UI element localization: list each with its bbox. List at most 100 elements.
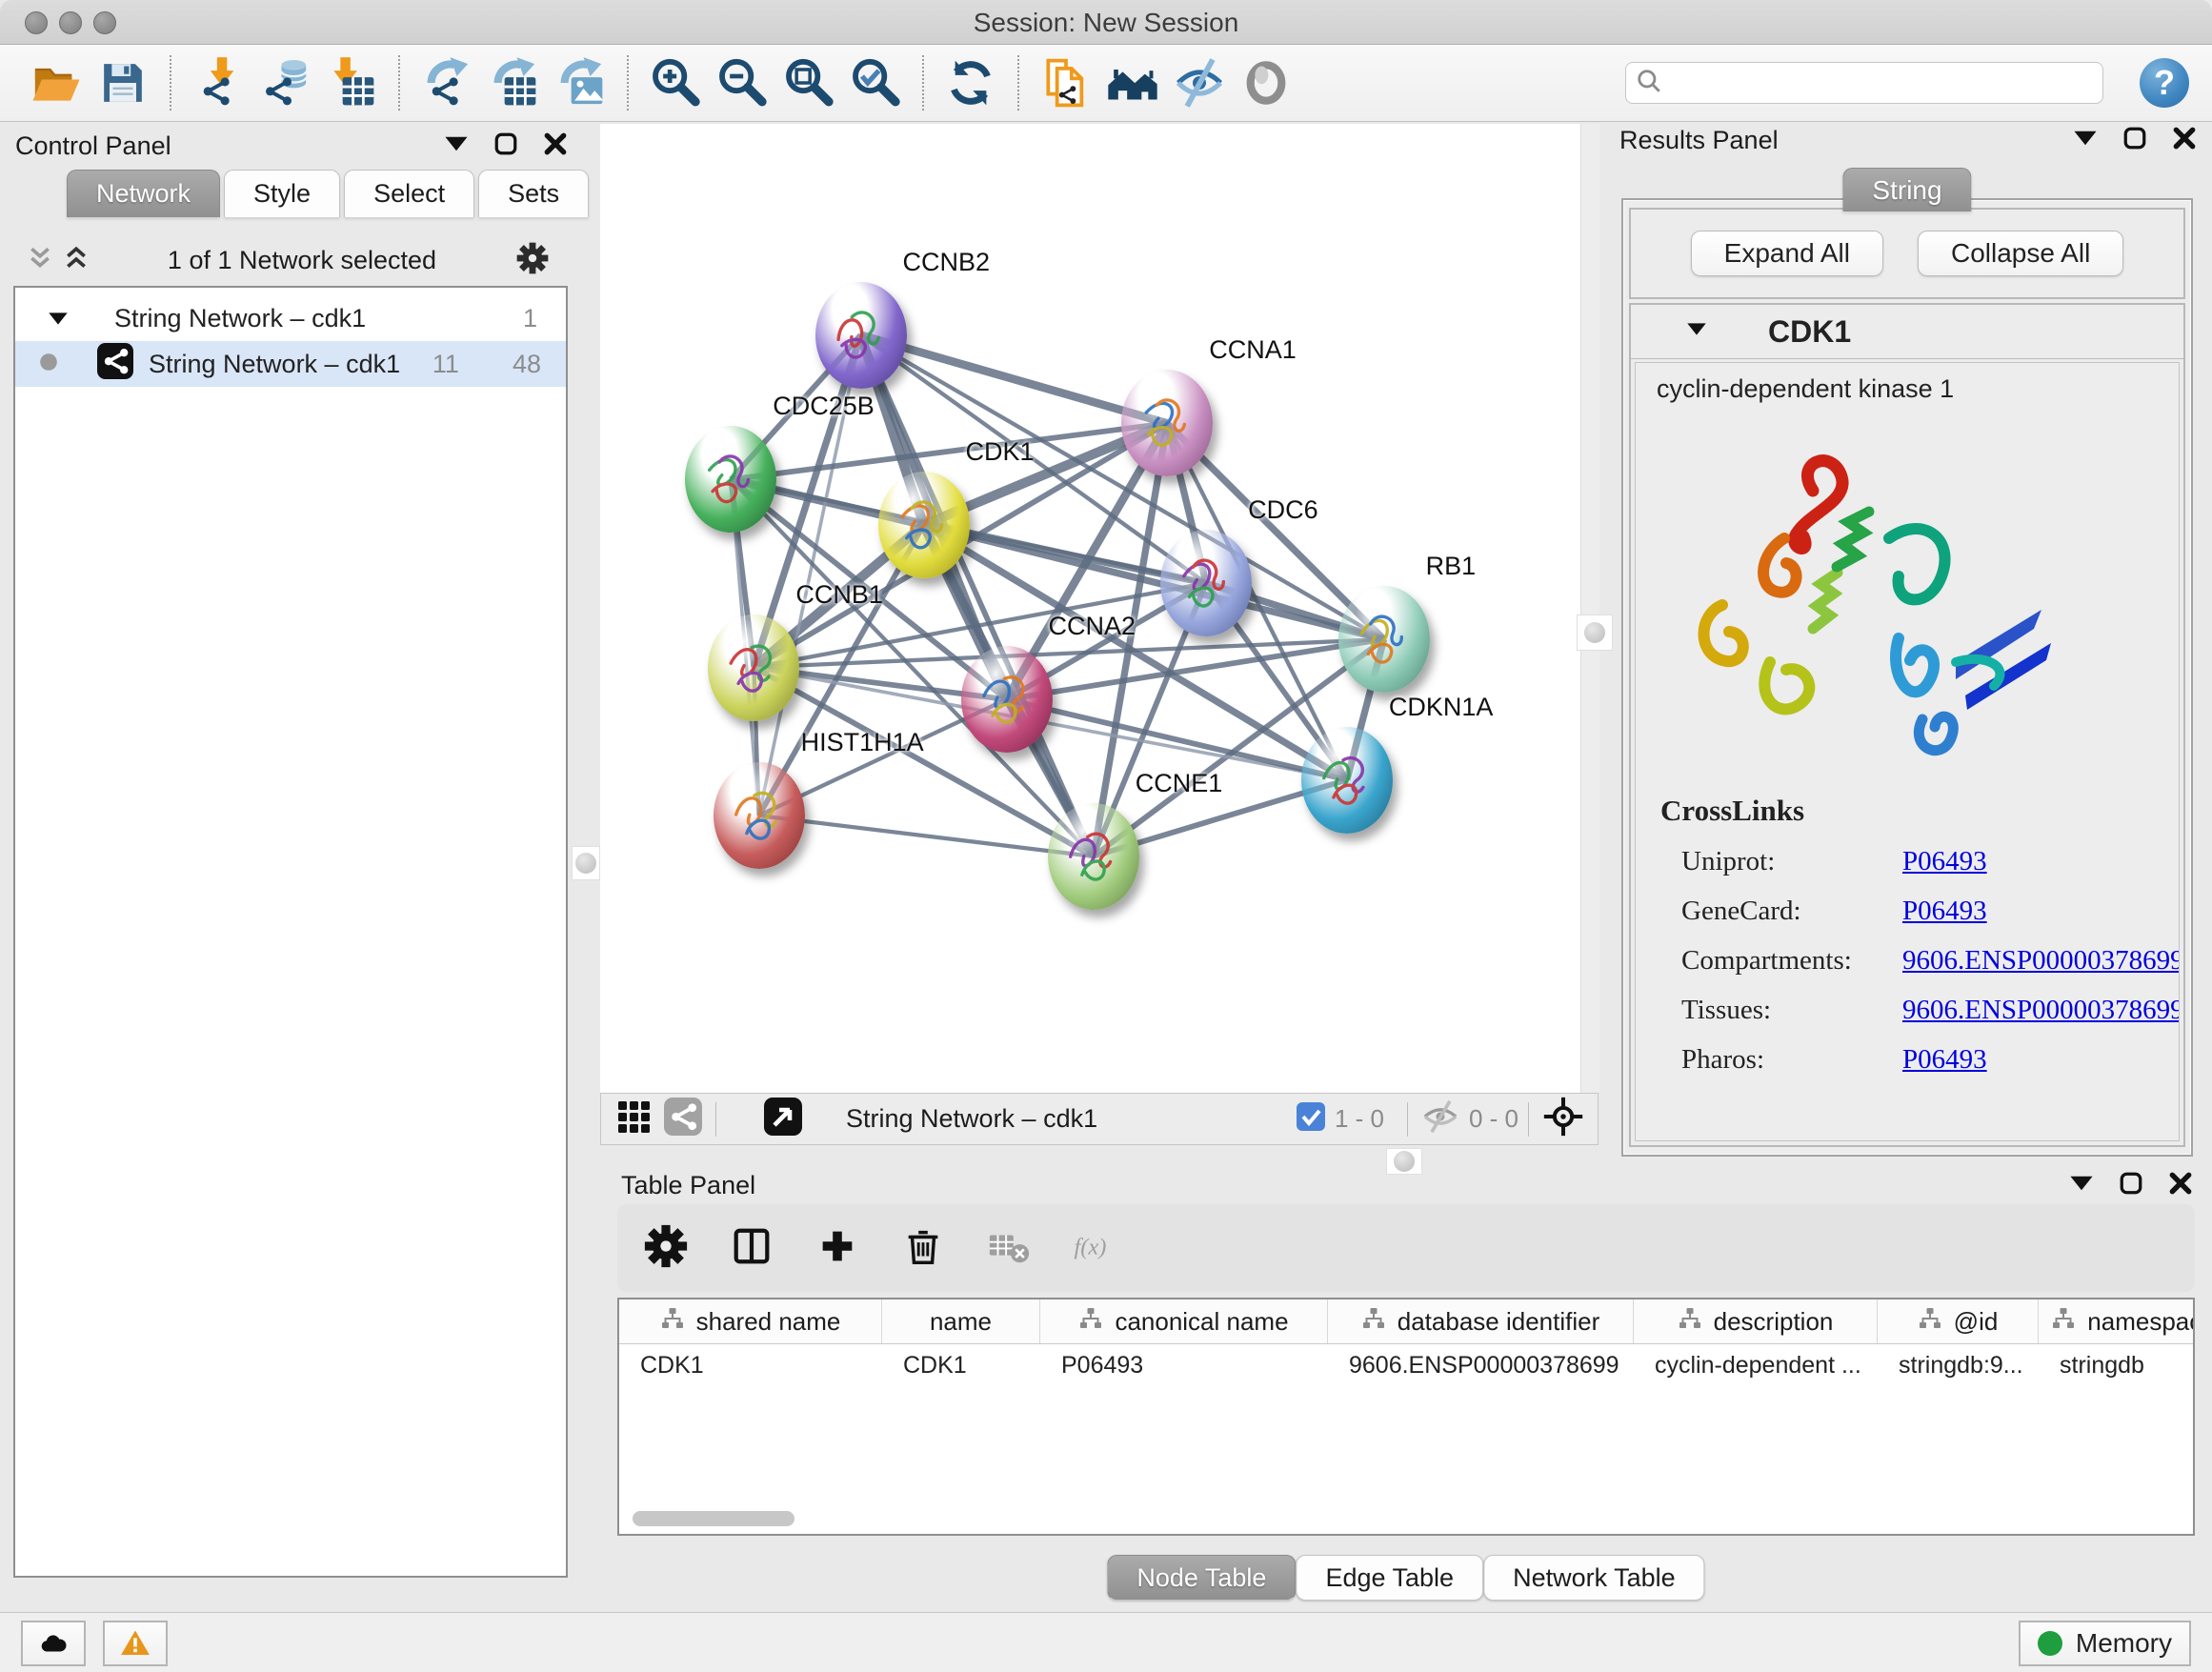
network-canvas[interactable]: CCNB2CCNA1CDC25BCDK1CDC6RB1CCNB1CCNA2CDK… [600, 124, 1599, 1093]
table-panel-float-icon[interactable] [2119, 1171, 2143, 1200]
network-edge[interactable] [861, 335, 1094, 856]
network-node-count: 11 [432, 350, 459, 379]
tab-network[interactable]: Network [67, 170, 220, 217]
zoom-in-button[interactable] [647, 54, 704, 111]
table-cell[interactable]: CDK1 [882, 1352, 1040, 1380]
collapse-all-icon[interactable] [29, 246, 51, 275]
column-header-database-identifier[interactable]: database identifier [1328, 1299, 1634, 1343]
control-panel-float-icon[interactable] [493, 131, 518, 161]
table-cell[interactable]: stringdb:9... [1878, 1352, 2039, 1380]
column-header-namespace[interactable]: namespace [2039, 1299, 2195, 1343]
results-panel-close-icon[interactable] [2172, 126, 2197, 155]
column-header-canonical-name[interactable]: canonical name [1040, 1299, 1328, 1343]
table-row[interactable]: CDK1CDK1P064939606.ENSP00000378699cyclin… [619, 1344, 2193, 1386]
zoom-out-button[interactable] [714, 54, 771, 111]
network-collection-row[interactable]: String Network – cdk1 1 [15, 295, 566, 341]
search-input[interactable] [1662, 68, 2093, 99]
expand-all-icon[interactable] [65, 246, 88, 275]
table-tab-node-table[interactable]: Node Table [1107, 1555, 1296, 1601]
results-panel-menu-icon[interactable] [2073, 126, 2098, 155]
table-cell[interactable]: cyclin-dependent ... [1634, 1352, 1878, 1380]
tab-sets[interactable]: Sets [478, 170, 589, 217]
network-node-CCNB2[interactable] [815, 282, 907, 389]
network-node-CDC6[interactable] [1160, 530, 1252, 636]
network-share-view-icon[interactable] [664, 1098, 702, 1140]
network-node-CCNA1[interactable] [1121, 370, 1213, 476]
gene-header[interactable]: CDK1 [1631, 305, 2183, 359]
table-tab-network-table[interactable]: Network Table [1483, 1555, 1705, 1601]
results-panel-float-icon[interactable] [2122, 126, 2147, 155]
expand-all-button[interactable]: Expand All [1691, 231, 1883, 276]
table-cell[interactable]: 9606.ENSP00000378699 [1328, 1352, 1634, 1380]
show-columns-icon[interactable] [730, 1224, 774, 1273]
export-image-button[interactable] [552, 54, 609, 111]
selected-nodes-checkbox-icon[interactable] [1297, 1102, 1325, 1136]
table-cell[interactable]: stringdb [2039, 1352, 2195, 1380]
network-node-CCNA2[interactable] [961, 646, 1053, 753]
network-node-CCNB1[interactable] [708, 614, 799, 721]
collection-label: String Network – cdk1 [114, 304, 366, 333]
table-settings-gear-icon[interactable] [644, 1224, 688, 1273]
memory-button[interactable]: Memory [2019, 1621, 2191, 1666]
add-column-icon[interactable] [815, 1224, 859, 1273]
zoom-actual-button[interactable] [780, 54, 837, 111]
collapse-all-button[interactable]: Collapse All [1918, 231, 2123, 276]
horizontal-scrollbar-thumb[interactable] [633, 1511, 794, 1526]
network-node-HIST1H1A[interactable] [714, 762, 805, 869]
crosslink-link[interactable]: P06493 [1902, 1044, 1987, 1076]
crosslink-link[interactable]: 9606.ENSP00000378699 [1902, 945, 2180, 977]
string-import-button[interactable] [1037, 54, 1095, 111]
table-panel-menu-icon[interactable] [2069, 1171, 2094, 1200]
warning-status-button[interactable] [103, 1621, 168, 1666]
table-panel-close-icon[interactable] [2168, 1171, 2193, 1200]
export-network-button[interactable] [418, 54, 475, 111]
column-header-name[interactable]: name [882, 1299, 1040, 1343]
import-database-button[interactable] [256, 54, 313, 111]
network-node-CDC25B[interactable] [685, 426, 776, 533]
save-session-button[interactable] [94, 54, 151, 111]
string-presentation-button[interactable] [1237, 54, 1295, 111]
collection-expander-icon[interactable] [48, 304, 69, 333]
table-tab-edge-table[interactable]: Edge Table [1296, 1555, 1483, 1601]
import-network-button[interactable] [190, 54, 247, 111]
birdseye-view-icon[interactable] [764, 1098, 802, 1140]
help-button[interactable]: ? [2140, 58, 2189, 108]
column-header-description[interactable]: description [1634, 1299, 1878, 1343]
string-home-button[interactable] [1104, 54, 1161, 111]
gene-expander-icon[interactable] [1686, 321, 1707, 342]
column-type-icon [1918, 1306, 1942, 1338]
table-cell[interactable]: CDK1 [619, 1352, 882, 1380]
network-node-CDK1[interactable] [878, 472, 970, 578]
grid-view-icon[interactable] [614, 1098, 653, 1140]
crosslink-link[interactable]: P06493 [1902, 896, 1987, 927]
column-header-shared-name[interactable]: shared name [619, 1299, 882, 1343]
panel-divider-grip-right[interactable] [1577, 614, 1613, 651]
zoom-selected-button[interactable] [847, 54, 904, 111]
delete-column-icon[interactable] [901, 1224, 945, 1273]
cloud-status-button[interactable] [21, 1621, 86, 1666]
tab-style[interactable]: Style [224, 170, 340, 217]
column-header--id[interactable]: @id [1878, 1299, 2039, 1343]
open-session-button[interactable] [28, 54, 85, 111]
search-box[interactable] [1625, 62, 2103, 104]
hidden-elements-eye-icon[interactable] [1421, 1099, 1459, 1138]
refresh-button[interactable] [942, 54, 999, 111]
import-table-button[interactable] [323, 54, 380, 111]
control-panel-close-icon[interactable] [543, 131, 568, 161]
network-node-RB1[interactable] [1338, 586, 1430, 693]
export-table-button[interactable] [485, 54, 542, 111]
crosslink-link[interactable]: 9606.ENSP00000378699 [1902, 995, 2180, 1026]
network-node-CCNE1[interactable] [1048, 803, 1139, 910]
network-options-gear-icon[interactable] [516, 242, 549, 279]
panel-divider-grip-left[interactable] [572, 846, 600, 880]
tab-select[interactable]: Select [344, 170, 474, 217]
network-node-CDKN1A[interactable] [1301, 727, 1393, 834]
network-edge[interactable] [759, 816, 1094, 856]
crosslink-link[interactable]: P06493 [1902, 846, 1987, 877]
string-enrichment-button[interactable] [1171, 54, 1228, 111]
results-tab-string[interactable]: String [1842, 168, 1971, 212]
table-cell[interactable]: P06493 [1040, 1352, 1328, 1380]
control-panel-menu-icon[interactable] [444, 131, 469, 161]
network-row-selected[interactable]: String Network – cdk1 11 48 [15, 341, 566, 387]
fit-selected-crosshair-icon[interactable] [1542, 1096, 1584, 1142]
